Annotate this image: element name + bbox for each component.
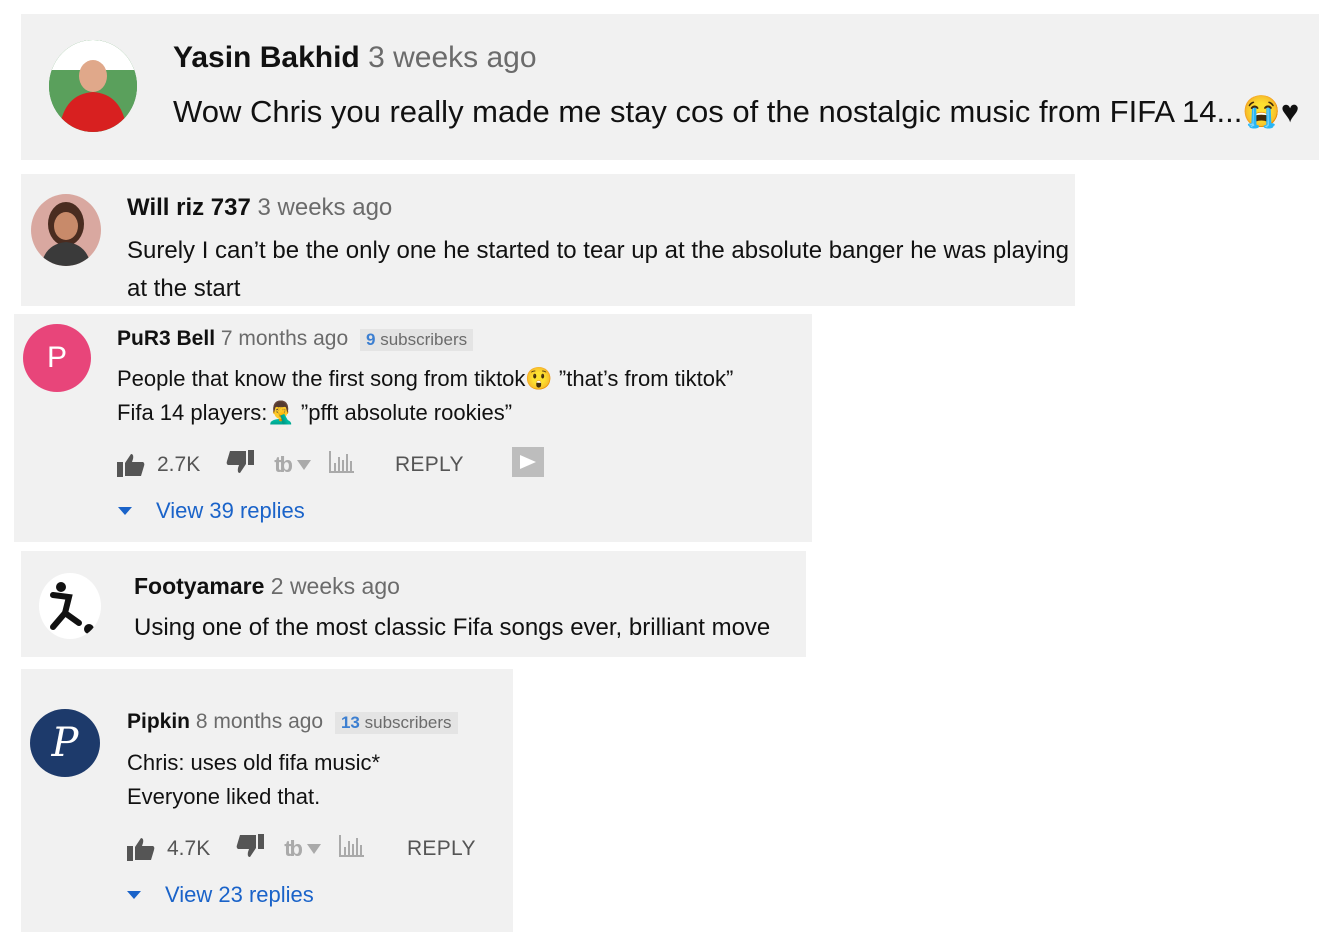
view-replies-label: View 23 replies [165, 882, 314, 907]
subscriber-count: 9 [365, 330, 376, 349]
thumbs-down-icon [236, 834, 265, 857]
bar-chart-icon[interactable] [328, 451, 355, 479]
reply-button[interactable]: REPLY [407, 837, 476, 861]
caret-down-icon [118, 507, 132, 515]
avatar-letter: P [46, 341, 67, 374]
thumbs-up-icon [117, 454, 145, 477]
comment-text-line-1: Chris: uses old fifa music* [127, 750, 381, 775]
tb-icon[interactable]: tb [274, 452, 311, 478]
comment-actions: 4.7K tb REPLY [127, 834, 476, 864]
person-photo-icon [31, 194, 101, 266]
subscriber-badge: 13 subscribers [334, 712, 458, 734]
comment-header: Yasin Bakhid 3 weeks ago [173, 41, 537, 75]
like-count: 2.7K [157, 453, 201, 476]
subscriber-count: 13 [340, 713, 360, 732]
comment-text: Wow Chris you really made me stay cos of… [173, 94, 1300, 129]
caret-down-icon [127, 891, 141, 899]
comment-card-pipkin: P Pipkin 8 months ago 13 subscribers Chr… [21, 669, 513, 932]
thumbs-up-icon [127, 838, 155, 861]
comment-text-line-2: Fifa 14 players:🤦‍♂️ ”pfft absolute rook… [117, 400, 513, 425]
tb-icon[interactable]: tb [284, 836, 321, 862]
comment-actions: 2.7K tb REPLY [117, 447, 544, 483]
timestamp[interactable]: 7 months ago [221, 327, 348, 350]
extension-icon[interactable] [511, 447, 544, 483]
author-name[interactable]: Yasin Bakhid [173, 41, 360, 74]
comment-header: Pipkin 8 months ago 13 subscribers [127, 710, 458, 734]
avatar[interactable] [39, 573, 101, 639]
timestamp[interactable]: 3 weeks ago [258, 194, 393, 221]
dislike-button[interactable] [226, 450, 255, 480]
comment-text-line-2: Everyone liked that. [127, 784, 321, 809]
comment-card-willriz: Will riz 737 3 weeks ago Surely I can’t … [21, 174, 1075, 306]
like-button[interactable]: 4.7K [127, 837, 210, 861]
footballer-logo-icon [50, 582, 94, 634]
avatar-letter: P [51, 720, 79, 766]
thumbs-down-icon [226, 450, 255, 473]
comment-text: Using one of the most classic Fifa songs… [134, 614, 771, 641]
comment-header: Footyamare 2 weeks ago [134, 573, 400, 600]
like-count: 4.7K [167, 837, 211, 860]
timestamp[interactable]: 8 months ago [196, 710, 323, 733]
like-button[interactable]: 2.7K [117, 453, 200, 477]
dropdown-triangle-icon [306, 844, 321, 854]
dropdown-triangle-icon [296, 460, 311, 470]
author-name[interactable]: Will riz 737 [127, 194, 251, 221]
comment-header: Will riz 737 3 weeks ago [127, 194, 392, 222]
view-replies-button[interactable]: View 23 replies [127, 882, 314, 908]
comment-text-line-1: People that know the first song from tik… [117, 366, 734, 391]
author-name[interactable]: Footyamare [134, 573, 264, 599]
comment-card-footyamare: Footyamare 2 weeks ago Using one of the … [21, 551, 806, 657]
subscriber-label: subscribers [364, 713, 452, 732]
bar-chart-icon[interactable] [338, 835, 365, 863]
dislike-button[interactable] [236, 834, 265, 864]
author-name[interactable]: Pipkin [127, 710, 190, 733]
comment-text-line-1: Surely I can’t be the only one he starte… [127, 237, 1069, 264]
comment-card-yasin: Yasin Bakhid 3 weeks ago Wow Chris you r… [21, 14, 1319, 160]
avatar[interactable]: P [30, 709, 100, 777]
avatar[interactable]: P [23, 324, 91, 392]
view-replies-label: View 39 replies [156, 498, 305, 523]
person-photo-icon [49, 40, 137, 132]
reply-button[interactable]: REPLY [395, 453, 464, 477]
view-replies-button[interactable]: View 39 replies [118, 498, 305, 524]
comment-card-pur3bell: P PuR3 Bell 7 months ago 9 subscribers P… [14, 314, 812, 542]
avatar[interactable] [49, 40, 137, 132]
subscriber-badge: 9 subscribers [359, 329, 474, 351]
avatar[interactable] [31, 194, 101, 266]
comment-text-line-2: at the start [127, 275, 241, 302]
author-name[interactable]: PuR3 Bell [117, 327, 215, 350]
timestamp[interactable]: 3 weeks ago [368, 41, 536, 74]
subscriber-label: subscribers [380, 330, 468, 349]
timestamp[interactable]: 2 weeks ago [271, 573, 400, 599]
comment-header: PuR3 Bell 7 months ago 9 subscribers [117, 327, 474, 351]
